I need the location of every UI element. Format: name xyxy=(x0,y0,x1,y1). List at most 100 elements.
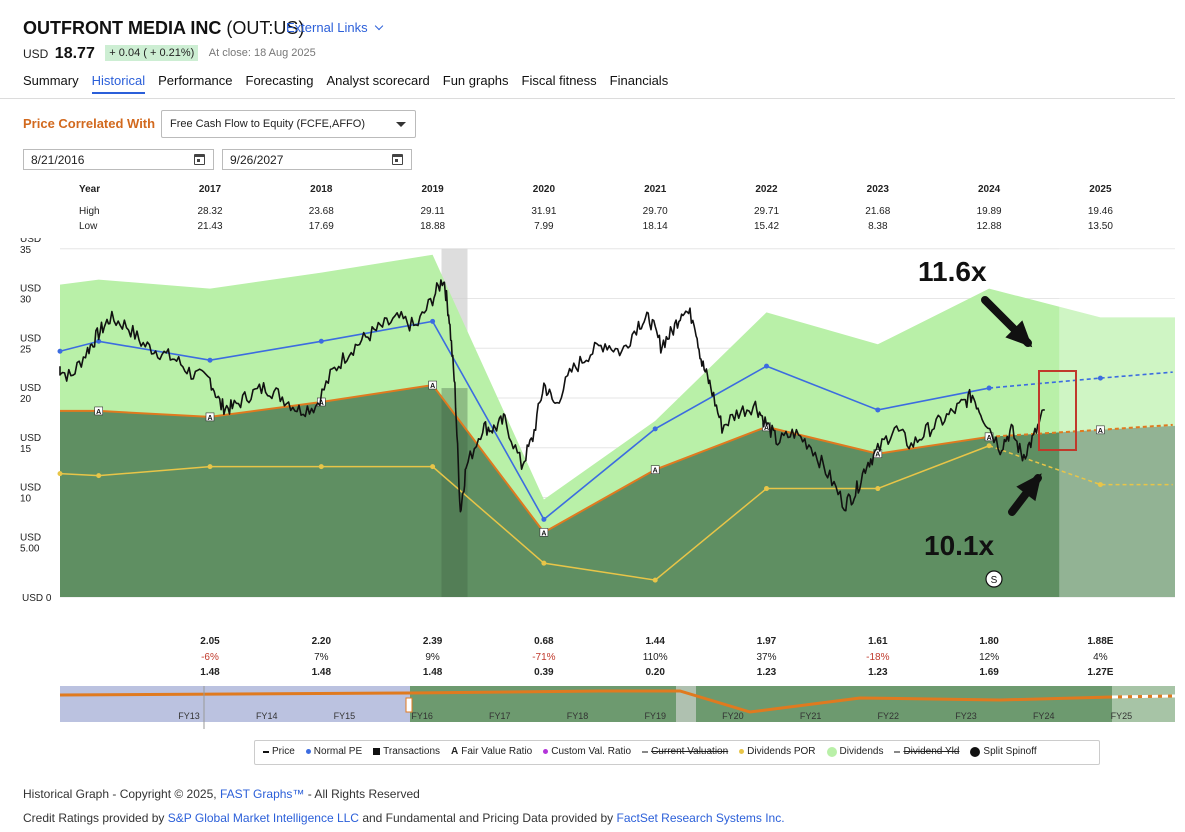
legend-item-normal-pe[interactable]: Normal PE xyxy=(305,746,362,757)
eps-table: 2.05 -6% 1.48 2.20 7% 1.48 2.39 9% 1.48 0.68 -71% 0… xyxy=(0,612,1185,682)
navigator-year-label: FY19 xyxy=(644,711,666,721)
normal-pe-point xyxy=(1097,375,1103,381)
fair-value-ratio-swatch: A xyxy=(451,746,459,757)
price-value: 18.77 xyxy=(54,45,95,62)
external-links-label: External Links xyxy=(286,20,368,35)
annotation-lower: 10.1x xyxy=(924,530,994,561)
custom-ratio-swatch xyxy=(543,749,549,754)
legend-item-fair-value-ratio[interactable]: A Fair Value Ratio xyxy=(451,746,532,757)
navigator-year-label: FY21 xyxy=(800,711,822,721)
year-table-year-cell: 2022 xyxy=(755,184,778,195)
navigator-year-label: FY23 xyxy=(955,711,977,721)
legend-item-price[interactable]: Price xyxy=(263,746,295,757)
end-date-input[interactable]: 9/26/2027 xyxy=(222,149,412,170)
legend-item-transactions[interactable]: Transactions xyxy=(373,746,440,757)
legend-label: Custom Val. Ratio xyxy=(551,746,632,758)
navigator-year-label: FY16 xyxy=(411,711,433,721)
external-links-button[interactable]: External Links xyxy=(286,20,384,35)
dividend-cell: 1.23 xyxy=(868,667,888,678)
high-label: High xyxy=(79,206,100,217)
growth-cell: 4% xyxy=(1093,652,1108,663)
year-table-year-cell: 2023 xyxy=(866,184,889,195)
eps-cell: 2.39 xyxy=(422,636,443,647)
legend-item-split-spinoff[interactable]: Split Spinoff xyxy=(970,746,1037,757)
start-date-input[interactable]: 8/21/2016 xyxy=(23,149,214,170)
legend-item-dividends[interactable]: Dividends xyxy=(826,746,883,757)
tab-fiscal-fitness[interactable]: Fiscal fitness xyxy=(522,73,597,92)
copyright-post: - All Rights Reserved xyxy=(307,787,420,801)
normal-pe-point xyxy=(764,363,769,369)
dividend-cell: 1.69 xyxy=(979,667,999,678)
dividends-por-point xyxy=(57,471,63,477)
tab-summary[interactable]: Summary xyxy=(23,73,79,92)
split-marker-label: S xyxy=(991,575,998,586)
y-axis-label: USD 0 xyxy=(22,593,52,604)
tab-financials[interactable]: Financials xyxy=(610,73,669,92)
normal-pe-point xyxy=(57,348,63,354)
factset-link[interactable]: FactSet Research Systems Inc. xyxy=(616,811,784,825)
year-table-low-cell: 17.69 xyxy=(308,221,334,232)
y-axis-currency: USD xyxy=(20,532,41,543)
fair-value-ratio-label: A xyxy=(987,435,992,442)
dividend-cell: 1.23 xyxy=(756,667,777,678)
fair-value-ratio-label: A xyxy=(207,415,212,422)
legend-item-current-valuation[interactable]: Current Valuation xyxy=(642,746,728,757)
eps-cell: 1.44 xyxy=(645,636,665,647)
tab-performance[interactable]: Performance xyxy=(158,73,232,92)
year-table-high-cell: 29.71 xyxy=(753,206,780,217)
y-axis-currency: USD xyxy=(20,433,41,444)
navigator-handle[interactable] xyxy=(405,697,413,713)
calendar-icon[interactable] xyxy=(194,154,205,165)
tab-fun-graphs[interactable]: Fun graphs xyxy=(443,73,509,92)
normal-pe-point xyxy=(430,318,436,324)
eps-cell: 1.97 xyxy=(756,636,777,647)
dividend-cell: 1.48 xyxy=(311,667,332,678)
split-spinoff-swatch xyxy=(970,746,981,757)
legend-item-dividends-por[interactable]: Dividends POR xyxy=(739,746,816,757)
y-axis-label: 15 xyxy=(20,444,32,455)
navigator-masked-region xyxy=(60,686,410,722)
legend-label: Fair Value Ratio xyxy=(461,746,533,758)
close-date: At close: 18 Aug 2025 xyxy=(208,47,316,59)
year-table-high-cell: 29.70 xyxy=(642,206,668,217)
chevron-down-icon xyxy=(375,21,384,31)
legend-item-custom-val-ratio[interactable]: Custom Val. Ratio xyxy=(543,746,631,757)
y-axis-label: 5.00 xyxy=(20,543,40,554)
strike-swatch xyxy=(642,750,649,753)
copyright-text: Historical Graph - Copyright © 2025, FAS… xyxy=(23,787,420,801)
sp-global-link[interactable]: S&P Global Market Intelligence LLC xyxy=(168,811,359,825)
price-row: USD 18.77 + 0.04 ( + 0.21%) At close: 18… xyxy=(23,45,316,63)
dividends-por-swatch xyxy=(739,749,745,754)
tab-forecasting[interactable]: Forecasting xyxy=(246,73,314,92)
eps-cell: 1.88E xyxy=(1087,636,1114,647)
currency-label: USD xyxy=(23,47,49,61)
y-axis-label: 10 xyxy=(20,494,32,505)
timeline-navigator[interactable]: FY13 FY14 FY15 FY16 FY17 FY18 FY19 FY20 FY21 FY22… xyxy=(0,684,1185,729)
dividend-cell: 0.39 xyxy=(534,667,554,678)
eps-cell: 1.61 xyxy=(868,636,888,647)
year-table-year-cell: 2025 xyxy=(1089,184,1112,195)
normal-pe-point xyxy=(541,516,547,522)
tab-analyst-scorecard[interactable]: Analyst scorecard xyxy=(326,73,429,92)
year-table-high-cell: 29.11 xyxy=(420,206,445,217)
year-table-year-cell: 2020 xyxy=(532,184,556,195)
y-axis-currency: USD xyxy=(20,238,41,245)
calendar-icon[interactable] xyxy=(392,154,403,165)
dividends-por-point xyxy=(875,486,881,492)
year-table-low-cell: 18.14 xyxy=(642,221,668,232)
year-table-low-cell: 18.88 xyxy=(420,221,446,232)
correlated-with-select[interactable]: Free Cash Flow to Equity (FCFE,AFFO) xyxy=(161,110,416,138)
eps-cell: 0.68 xyxy=(534,636,554,647)
year-table-low-cell: 12.88 xyxy=(976,221,1002,232)
navigator-year-label: FY20 xyxy=(722,711,744,721)
credits-mid: and Fundamental and Pricing Data provide… xyxy=(362,811,614,825)
year-table-high-cell: 19.46 xyxy=(1087,206,1113,217)
historical-chart[interactable]: AAAAAAAAAAUSD35USD30USD25USD20USD15USD10… xyxy=(0,238,1185,608)
tab-historical[interactable]: Historical xyxy=(91,73,146,94)
fastgraphs-link[interactable]: FAST Graphs™ xyxy=(220,787,304,801)
navigator-year-label: FY24 xyxy=(1033,711,1055,721)
navigator-year-label: FY18 xyxy=(567,711,589,721)
legend-item-dividend-yld[interactable]: Dividend Yld xyxy=(894,746,959,757)
fair-value-ratio-label: A xyxy=(541,530,546,537)
end-date-value: 9/26/2027 xyxy=(230,153,284,167)
